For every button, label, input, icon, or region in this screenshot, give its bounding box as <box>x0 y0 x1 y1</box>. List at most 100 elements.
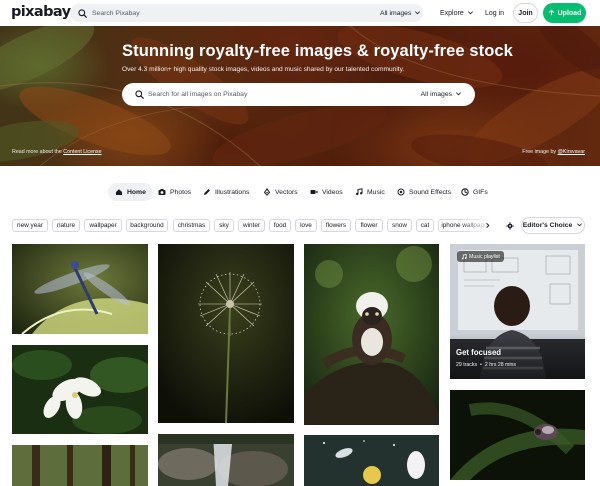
playlist-tracks: 29 tracks <box>456 362 478 368</box>
tag-chip[interactable]: new year <box>12 219 48 232</box>
category-tabs: Home Photos Illustrations Vectors Videos… <box>0 183 600 201</box>
playlist-meta: 29 tracks • 2 hrs 28 mins <box>456 362 516 368</box>
tab-photos[interactable]: Photos <box>158 183 191 201</box>
chevron-right-icon[interactable] <box>482 219 492 232</box>
tag-chip[interactable]: background <box>126 219 168 232</box>
forest-photo <box>12 445 148 486</box>
search-icon <box>77 8 88 19</box>
credit-prefix: Free image by <box>522 149 557 155</box>
hero-title: Stunning royalty-free images & royalty-f… <box>122 42 513 60</box>
join-label: Join <box>518 9 533 17</box>
hero-search-bar[interactable]: All images <box>122 83 475 106</box>
music-note-icon <box>461 253 467 260</box>
tag-chips: new year nature wallpaper background chr… <box>12 219 492 232</box>
pixabay-logo[interactable]: pixabay <box>11 4 71 20</box>
gif-icon <box>461 188 469 196</box>
tab-label: Videos <box>322 188 343 196</box>
pen-icon <box>203 188 211 196</box>
top-search-type-label: All images <box>380 9 412 17</box>
tab-sound-effects[interactable]: Sound Effects <box>397 183 451 201</box>
sort-dropdown[interactable]: Editor's Choice <box>521 217 585 234</box>
playlist-duration: 2 hrs 28 mins <box>484 362 517 368</box>
top-search-input[interactable] <box>92 9 292 17</box>
playlist-badge-label: Music playlist <box>469 253 500 260</box>
tag-chip[interactable]: winter <box>238 219 265 232</box>
image-tile-insect[interactable] <box>450 390 585 480</box>
upload-label: Upload <box>557 9 582 17</box>
space-illustration <box>304 435 439 486</box>
search-icon <box>133 89 145 101</box>
man-at-whiteboard-photo <box>450 244 585 379</box>
home-icon <box>115 188 123 196</box>
insect-on-leaf-photo <box>450 390 585 480</box>
tag-chip[interactable]: nature <box>52 219 80 232</box>
tag-chip[interactable]: food <box>269 219 291 232</box>
upload-button[interactable]: Upload <box>543 3 586 23</box>
upload-icon <box>548 9 555 18</box>
tag-chip[interactable]: flower <box>355 219 383 232</box>
filter-icon[interactable] <box>505 220 515 231</box>
dot-separator: • <box>480 362 482 368</box>
tab-label: Illustrations <box>215 188 250 196</box>
image-tile-dandelion[interactable] <box>158 244 294 423</box>
hero-search-input[interactable] <box>148 91 368 98</box>
tab-illustrations[interactable]: Illustrations <box>203 183 249 201</box>
tag-chip[interactable]: love <box>295 219 317 232</box>
chevron-down-icon <box>576 221 583 230</box>
dandelion-photo <box>158 244 294 423</box>
explore-label: Explore <box>440 9 464 17</box>
tab-home[interactable]: Home <box>108 183 153 201</box>
top-search-bar[interactable] <box>70 4 423 22</box>
image-tile-forest[interactable] <box>12 445 148 486</box>
login-link[interactable]: Log in <box>485 4 504 22</box>
dragonfly-photo <box>12 244 148 334</box>
playlist-title: Get focused <box>456 348 502 357</box>
sound-effects-icon <box>397 188 405 196</box>
hero-search-type-dropdown[interactable]: All images <box>421 83 462 106</box>
top-search-type-dropdown[interactable]: All images <box>380 4 421 22</box>
hero-banner: Stunning royalty-free images & royalty-f… <box>0 26 600 166</box>
explore-menu[interactable]: Explore <box>440 4 474 22</box>
join-button[interactable]: Join <box>513 3 538 23</box>
playlist-badge: Music playlist <box>457 251 504 262</box>
image-tile-dragonfly[interactable] <box>12 244 148 334</box>
tab-videos[interactable]: Videos <box>310 183 343 201</box>
hero-search-type-label: All images <box>420 91 452 98</box>
music-playlist-card[interactable]: Music playlist Get focused 29 tracks • 2… <box>450 244 585 379</box>
top-navbar: pixabay All images Explore Log in Join U… <box>0 0 600 26</box>
tab-gifs[interactable]: GIFs <box>461 183 488 201</box>
tab-label: Music <box>367 188 385 196</box>
image-tile-waterfall[interactable] <box>158 434 294 486</box>
tag-chip[interactable]: sky <box>214 219 234 232</box>
chevron-down-icon <box>467 9 474 18</box>
cotton-top-tamarin-photo <box>304 244 439 425</box>
tag-chip[interactable]: flowers <box>321 219 351 232</box>
login-label: Log in <box>485 9 505 17</box>
tag-chip[interactable]: wallpaper <box>84 219 122 232</box>
chevron-down-icon <box>414 9 421 18</box>
tab-label: Sound Effects <box>409 188 452 196</box>
tab-vectors[interactable]: Vectors <box>263 183 298 201</box>
white-flowers-photo <box>12 345 148 434</box>
tab-label: Vectors <box>275 188 298 196</box>
sort-label: Editor's Choice <box>522 222 573 229</box>
image-tile-tamarin[interactable] <box>304 244 439 425</box>
image-tile-white-flowers[interactable] <box>12 345 148 434</box>
hero-subtitle: Over 4.3 million+ high quality stock ima… <box>122 66 405 73</box>
tag-chip[interactable]: christmas <box>173 219 210 232</box>
tab-label: Home <box>127 188 146 196</box>
tag-chip[interactable]: cat <box>416 219 434 232</box>
tab-music[interactable]: Music <box>355 183 385 201</box>
chevron-down-icon <box>455 90 462 99</box>
tag-chip[interactable]: snow <box>387 219 412 232</box>
image-tile-space[interactable] <box>304 435 439 486</box>
camera-icon <box>158 188 166 196</box>
image-credit: Free image by @Kirsvavar <box>522 149 585 155</box>
license-prefix: Read more about the <box>12 149 62 155</box>
waterfall-rocks-photo <box>158 434 294 486</box>
content-license-note: Read more about the Content License <box>12 149 102 155</box>
video-icon <box>310 188 318 196</box>
music-note-icon <box>355 188 363 196</box>
credit-author-link[interactable]: @Kirsvavar <box>558 149 585 155</box>
content-license-link[interactable]: Content License <box>63 149 101 155</box>
